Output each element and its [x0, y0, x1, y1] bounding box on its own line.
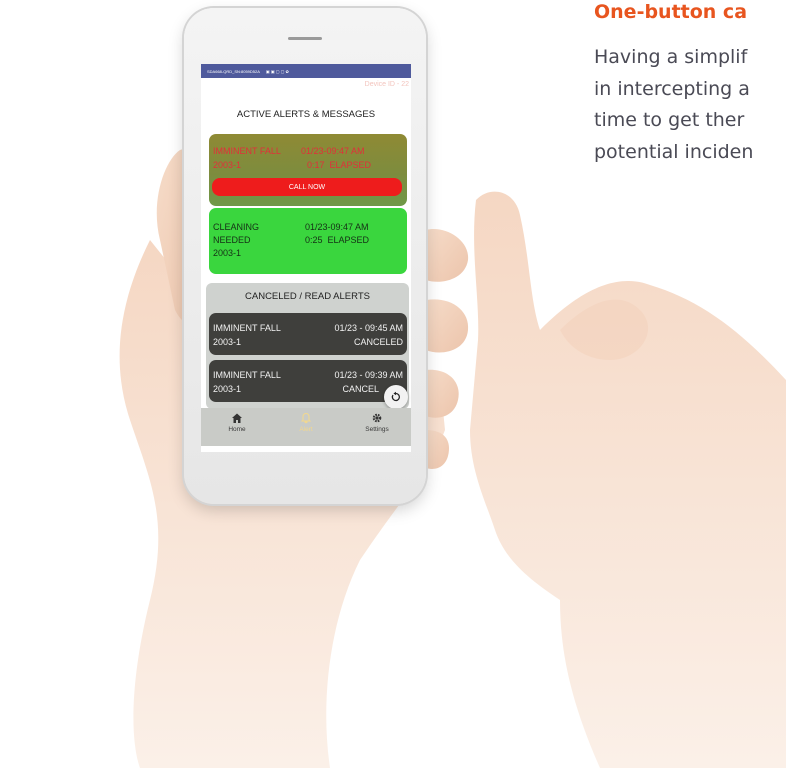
- alert-room: 2003-1: [213, 160, 242, 170]
- bottom-nav: Home Alert Settings: [201, 408, 411, 446]
- alert-card-imminent-fall[interactable]: IMMINENT FALL 2003-1 01/23-09:47 AM 0:17…: [209, 134, 407, 206]
- refresh-button[interactable]: [384, 385, 408, 409]
- nav-alerts-label: Alert: [299, 426, 313, 433]
- canceled-alerts-panel: CANCELED / READ ALERTS IMMINENT FALL 200…: [206, 283, 409, 409]
- alert-type-line1: CLEANING: [213, 222, 260, 232]
- alert-datetime: 01/23 - 09:39 AM: [334, 370, 403, 380]
- canceled-alert-card[interactable]: IMMINENT FALL 2003-1 01/23 - 09:45 AM CA…: [209, 313, 407, 355]
- alert-elapsed: 0:25 ELAPSED: [305, 235, 370, 245]
- status-icons: ▣ ▣ ▢ ▢ ✿: [265, 68, 289, 74]
- gear-icon: [347, 412, 407, 426]
- app-screen: SDA668-QRD_SN:8059D52A ▣ ▣ ▢ ▢ ✿ Device …: [201, 64, 411, 452]
- alert-type-line2: NEEDED: [213, 235, 251, 245]
- alert-room: 2003-1: [213, 384, 242, 394]
- left-finger: [426, 369, 459, 418]
- alert-datetime: 01/23-09:47 AM: [305, 222, 369, 232]
- right-hand: [470, 191, 786, 768]
- alert-datetime: 01/23-09:47 AM: [301, 146, 365, 156]
- left-finger: [426, 229, 469, 282]
- nav-settings-label: Settings: [365, 426, 389, 433]
- alert-card-cleaning[interactable]: CLEANING NEEDED 2003-1 01/23-09:47 AM 0:…: [209, 208, 407, 274]
- left-finger: [426, 430, 450, 469]
- active-alerts-title: ACTIVE ALERTS & MESSAGES: [236, 109, 376, 120]
- alert-type: IMMINENT FALL: [213, 370, 281, 380]
- alert-room: 2003-1: [213, 337, 242, 347]
- call-now-button[interactable]: CALL NOW: [212, 178, 402, 196]
- left-finger: [426, 299, 469, 353]
- device-id-label: Device ID - 22: [364, 81, 409, 88]
- bell-icon: [276, 412, 336, 426]
- status-bar: SDA668-QRD_SN:8059D52A ▣ ▣ ▢ ▢ ✿: [201, 64, 411, 78]
- canceled-alert-card[interactable]: IMMINENT FALL 2003-1 01/23 - 09:39 AM CA…: [209, 360, 407, 402]
- nav-alerts[interactable]: Alert: [276, 412, 336, 433]
- alert-datetime: 01/23 - 09:45 AM: [334, 323, 403, 333]
- alert-elapsed: 0:17 ELAPSED: [307, 160, 372, 170]
- canceled-alerts-title: CANCELED / READ ALERTS: [245, 291, 370, 302]
- nav-home-label: Home: [228, 426, 246, 433]
- alert-status: CANCEL: [342, 384, 379, 394]
- nav-settings[interactable]: Settings: [347, 412, 407, 433]
- nav-home[interactable]: Home: [207, 412, 267, 433]
- alert-type: IMMINENT FALL: [213, 323, 281, 333]
- status-device-text: SDA668-QRD_SN:8059D52A: [207, 68, 260, 74]
- refresh-icon: [391, 391, 400, 402]
- alert-type: IMMINENT FALL: [213, 146, 281, 156]
- alert-status: CANCELED: [353, 337, 403, 347]
- phone-speaker: [288, 37, 322, 40]
- alert-room: 2003-1: [213, 248, 242, 258]
- home-icon: [207, 412, 267, 426]
